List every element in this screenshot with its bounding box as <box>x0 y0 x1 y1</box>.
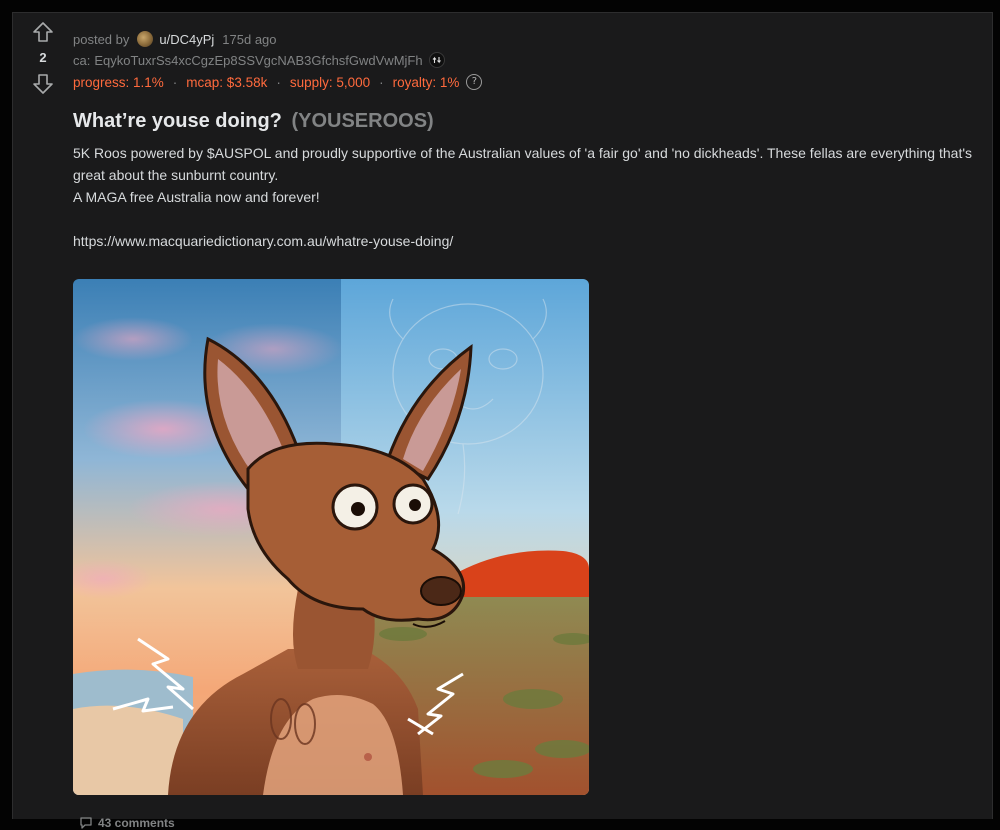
ca-value: EqykoTuxrSs4xcCgzEp8SSVgcNAB3GfchsfGwdVw… <box>94 52 423 68</box>
downvote-arrow-icon[interactable] <box>32 73 54 95</box>
ca-label: ca: <box>73 52 91 68</box>
royalty-stat: royalty: 1% <box>392 74 460 90</box>
contract-address-row: ca: EqykoTuxrSs4xcCgzEp8SSVgcNAB3GfchsfG… <box>73 50 983 70</box>
stats-separator: · <box>172 74 178 90</box>
posted-by-label: posted by <box>73 31 130 47</box>
supply-stat: supply: 5,000 <box>289 74 371 90</box>
upvote-arrow-icon[interactable] <box>32 21 54 43</box>
comment-icon <box>80 817 92 829</box>
post-body: 5K Roos powered by $AUSPOL and proudly s… <box>73 142 983 252</box>
help-icon[interactable]: ? <box>466 74 483 90</box>
token-stats: progress: 1.1% · mcap: $3.58k · supply: … <box>73 71 983 93</box>
body-paragraph: A MAGA free Australia now and forever! <box>73 189 320 205</box>
stats-separator: · <box>276 74 281 90</box>
kangaroo-illustration <box>73 279 589 795</box>
post-meta: posted by u/DC4yPj 175d ago <box>73 29 983 49</box>
comments-button[interactable]: 43 comments <box>79 816 175 830</box>
post-title-row[interactable]: What’re youse doing? (YOUSEROOS) <box>73 110 983 136</box>
mcap-stat: mcap: $3.58k <box>186 74 268 90</box>
stats-separator: · <box>379 74 384 90</box>
author-link[interactable]: u/DC4yPj <box>159 32 214 47</box>
copy-icon[interactable] <box>428 52 445 68</box>
post-time: 175d ago <box>222 31 277 47</box>
body-paragraph: 5K Roos powered by $AUSPOL and proudly s… <box>73 145 973 183</box>
author-avatar[interactable] <box>137 31 154 47</box>
post-link[interactable]: https://www.macquariedictionary.com.au/w… <box>73 233 453 249</box>
comments-count[interactable]: 43 comments <box>98 816 175 830</box>
vote-count: 2 <box>39 50 47 65</box>
post-card: 2 posted by u/DC4yPj 175d ago ca: EqykoT… <box>12 12 993 830</box>
post-image[interactable] <box>73 279 589 795</box>
post-content: posted by u/DC4yPj 175d ago ca: EqykoTux… <box>73 29 983 830</box>
post-ticker: (YOUSEROOS) <box>291 110 434 132</box>
progress-stat: progress: 1.1% <box>73 74 164 90</box>
post-title[interactable]: What’re youse doing? <box>73 110 282 132</box>
